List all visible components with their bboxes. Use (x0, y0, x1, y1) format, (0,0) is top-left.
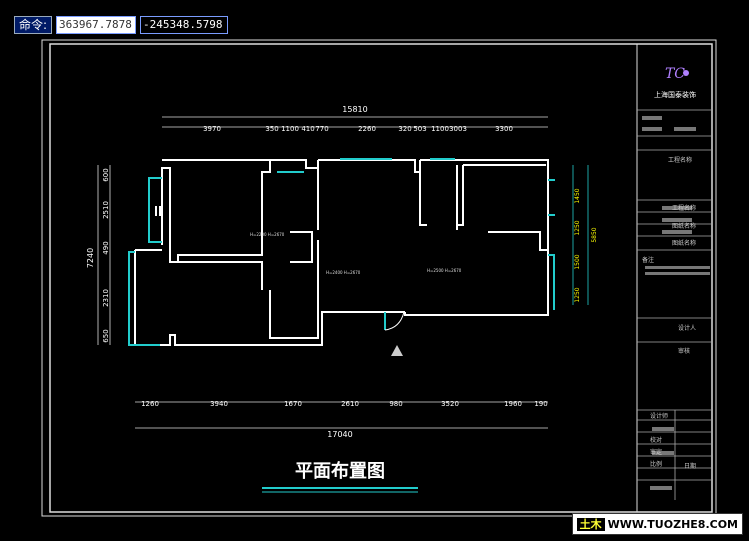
room-note-2: H=2400 H=2670 (326, 270, 361, 275)
svg-text:TC: TC (665, 66, 685, 82)
top-total-dim: 15810 (342, 105, 367, 114)
tb-row-8: 设计师 (650, 412, 668, 420)
inner-frame (49, 43, 713, 513)
room-note-1: H=2200 H=2670 (250, 232, 285, 237)
tb-row-5: 备注 (642, 256, 654, 264)
left-dim-2: 490 (102, 241, 110, 254)
tb-row-1: 工程名称 (668, 156, 692, 164)
watermark-prefix: 土木 (576, 518, 605, 531)
tb-row-11: 比例 (650, 460, 662, 468)
right-dim-2: 1500 (574, 254, 581, 269)
floor-plan (134, 159, 549, 346)
bottom-dim-0: 1260 (141, 400, 159, 408)
left-dim-3: 2310 (102, 289, 110, 307)
tb-row-10: 审定 (650, 448, 662, 456)
bottom-dim-7: 190 (534, 400, 547, 408)
bottom-dim-1: 3940 (210, 400, 228, 408)
drawing-title: 平面布置图 (295, 460, 385, 482)
tb-row-9: 校对 (650, 436, 662, 444)
watermark-text: WWW.TUOZHE8.COM (607, 518, 738, 531)
top-dim-3: 410 (301, 125, 314, 133)
tb-row-3: 图纸名称 (672, 222, 696, 230)
left-dim-0: 600 (102, 168, 110, 181)
window-mark (155, 206, 161, 216)
top-dim-2: 1100 (281, 125, 299, 133)
bottom-dim-2: 1670 (284, 400, 302, 408)
entrance-arrow-icon (391, 345, 403, 356)
bottom-total-dim: 17040 (327, 430, 352, 439)
room-note-3: H=2500 H=2670 (427, 268, 462, 273)
windows (128, 158, 555, 346)
top-dim-10: 3300 (495, 125, 513, 133)
door-swing (384, 311, 405, 331)
tb-row-4: 图纸名称 (672, 239, 696, 247)
top-dim-4: 770 (315, 125, 328, 133)
bottom-dim-5: 3520 (441, 400, 459, 408)
top-dim-5: 2260 (358, 125, 376, 133)
top-dim-0: 3970 (203, 125, 221, 133)
company-name: 上海国泰装饰 (654, 90, 696, 99)
left-total-dim: 7240 (86, 248, 95, 268)
bottom-dim-6: 1960 (504, 400, 522, 408)
top-dim-9: 3003 (449, 125, 467, 133)
right-dim-3: 1250 (574, 287, 581, 302)
top-dim-8: 1100 (431, 125, 449, 133)
left-dim-4: 650 (102, 329, 110, 342)
tb-row-6: 设计人 (678, 324, 696, 332)
right-dim-0: 1450 (574, 188, 581, 203)
company-logo: TC (665, 66, 689, 82)
top-dim-7: 503 (413, 125, 426, 133)
drawing-canvas[interactable]: TC 上海国泰装饰 工程名称 工程名称 图纸名称 图纸名称 备注 设计人 审核 … (0, 0, 749, 541)
tb-row-2: 工程名称 (672, 204, 696, 212)
bottom-dim-3: 2610 (341, 400, 359, 408)
site-watermark: 土木 WWW.TUOZHE8.COM (571, 513, 743, 535)
top-dim-6: 320 (398, 125, 411, 133)
tb-row-12: 日期 (684, 462, 696, 470)
left-dim-1: 2510 (102, 201, 110, 219)
bottom-dim-4: 980 (389, 400, 402, 408)
title-block: TC 上海国泰装饰 工程名称 工程名称 图纸名称 图纸名称 备注 设计人 审核 … (637, 66, 712, 500)
outer-frame (41, 39, 717, 517)
right-dim-1: 1250 (574, 220, 581, 235)
right-total-dim: 5850 (591, 227, 598, 242)
top-dim-1: 350 (265, 125, 278, 133)
tb-row-7: 审核 (678, 347, 690, 355)
